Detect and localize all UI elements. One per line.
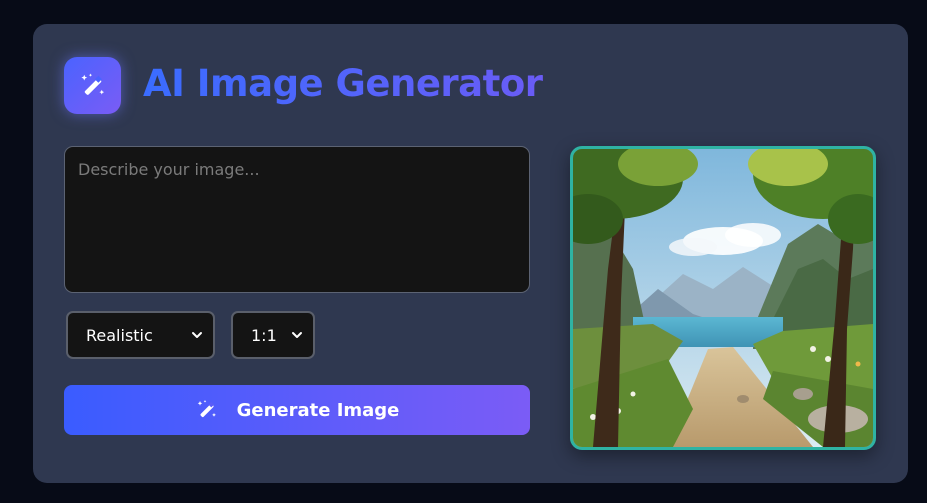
app-title: AI Image Generator xyxy=(143,62,543,105)
forest-path-landscape-image xyxy=(573,149,873,447)
ratio-select[interactable]: 1:1 xyxy=(231,311,315,359)
ratio-select-wrapper: 1:1 xyxy=(231,311,315,359)
chevron-down-icon xyxy=(192,332,202,338)
generate-button-label: Generate Image xyxy=(236,399,400,421)
style-select[interactable]: Realistic xyxy=(66,311,215,359)
chevron-down-icon xyxy=(292,332,302,338)
generator-card: AI Image Generator Realistic 1:1 Generat… xyxy=(33,24,908,483)
style-select-wrapper: Realistic xyxy=(66,311,215,359)
generated-image-preview[interactable] xyxy=(570,146,876,450)
prompt-input[interactable] xyxy=(64,146,530,293)
app-logo xyxy=(64,57,121,114)
ratio-select-value: 1:1 xyxy=(251,325,277,345)
magic-wand-icon xyxy=(80,73,104,95)
generate-image-button[interactable]: Generate Image xyxy=(64,385,530,435)
style-select-value: Realistic xyxy=(86,325,153,345)
magic-wand-icon xyxy=(197,400,216,418)
